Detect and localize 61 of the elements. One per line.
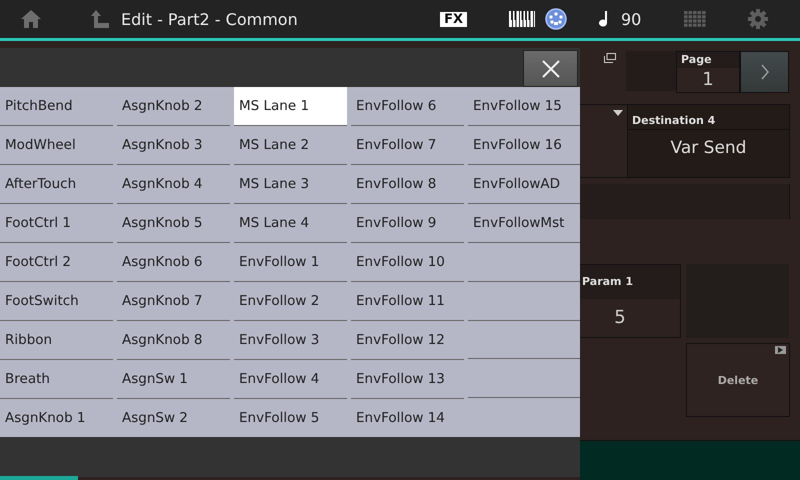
destination-field[interactable]: Destination 4 Var Send [628, 105, 790, 177]
list-item[interactable]: MS Lane 2 [234, 126, 347, 165]
list-item[interactable]: EnvFollow 14 [351, 399, 464, 437]
param-field[interactable]: Param 1 5 [580, 264, 681, 338]
list-item[interactable]: AsgnKnob 1 [0, 399, 113, 437]
list-item[interactable]: FootCtrl 1 [0, 204, 113, 243]
delete-button[interactable]: Delete [686, 343, 790, 417]
fx-badge[interactable]: FX [440, 12, 467, 26]
list-item[interactable]: EnvFollow 1 [234, 243, 347, 282]
list-item[interactable]: EnvFollow 5 [234, 399, 347, 437]
list-item[interactable]: AsgnKnob 8 [117, 321, 230, 360]
list-item[interactable]: AsgnKnob 3 [117, 126, 230, 165]
close-button[interactable] [523, 50, 578, 87]
list-item[interactable]: MS Lane 1 [234, 87, 347, 126]
list-item[interactable]: EnvFollow 8 [351, 165, 464, 204]
list-item[interactable]: AsgnKnob 2 [117, 87, 230, 126]
list-item[interactable]: EnvFollow 7 [351, 126, 464, 165]
list-item[interactable]: AsgnKnob 5 [117, 204, 230, 243]
list-item[interactable]: EnvFollow 3 [234, 321, 347, 360]
list-item[interactable]: AsgnKnob 6 [117, 243, 230, 282]
list-item[interactable]: EnvFollow 13 [351, 360, 464, 399]
list-item[interactable]: EnvFollow 16 [468, 126, 580, 165]
list-item[interactable]: EnvFollow 11 [351, 282, 464, 321]
list-item[interactable]: EnvFollowAD [468, 165, 580, 204]
close-icon [542, 60, 560, 78]
list-item[interactable]: Breath [0, 360, 113, 399]
list-item[interactable]: EnvFollowMst [468, 204, 580, 243]
list-item[interactable]: EnvFollow 6 [351, 87, 464, 126]
screen-title: Edit - Part2 - Common [121, 10, 298, 28]
list-item[interactable]: EnvFollow 9 [351, 204, 464, 243]
list-item[interactable]: MS Lane 3 [234, 165, 347, 204]
list-item[interactable]: EnvFollow 10 [351, 243, 464, 282]
page-field[interactable]: Page 1 [676, 51, 740, 93]
list-item[interactable]: FootSwitch [0, 282, 113, 321]
keyboard-icon[interactable] [509, 11, 535, 27]
midi-icon[interactable] [545, 8, 567, 30]
grid-icon[interactable] [684, 11, 706, 27]
next-page-button[interactable] [740, 51, 789, 93]
settings-icon[interactable] [748, 9, 768, 29]
chevron-right-icon [760, 64, 768, 80]
home-icon[interactable] [21, 10, 41, 28]
list-item[interactable]: FootCtrl 2 [0, 243, 113, 282]
up-arrow-icon[interactable] [91, 10, 109, 28]
list-item[interactable]: PitchBend [0, 87, 113, 126]
list-item[interactable]: EnvFollow 4 [234, 360, 347, 399]
tempo-value[interactable]: 90 [621, 10, 661, 28]
list-item[interactable]: Ribbon [0, 321, 113, 360]
list-item[interactable]: AsgnKnob 4 [117, 165, 230, 204]
list-item[interactable]: ModWheel [0, 126, 113, 165]
list-item[interactable]: MS Lane 4 [234, 204, 347, 243]
play-icon [775, 346, 786, 354]
list-item[interactable]: AsgnSw 2 [117, 399, 230, 437]
list-item[interactable]: AsgnSw 1 [117, 360, 230, 399]
list-item[interactable]: AfterTouch [0, 165, 113, 204]
list-item[interactable]: EnvFollow 12 [351, 321, 464, 360]
note-icon [599, 11, 609, 27]
window-icon[interactable] [604, 53, 616, 63]
list-item[interactable]: EnvFollow 15 [468, 87, 580, 126]
list-item[interactable]: AsgnKnob 7 [117, 282, 230, 321]
dropdown-triangle-icon [613, 110, 623, 116]
list-item[interactable]: EnvFollow 2 [234, 282, 347, 321]
